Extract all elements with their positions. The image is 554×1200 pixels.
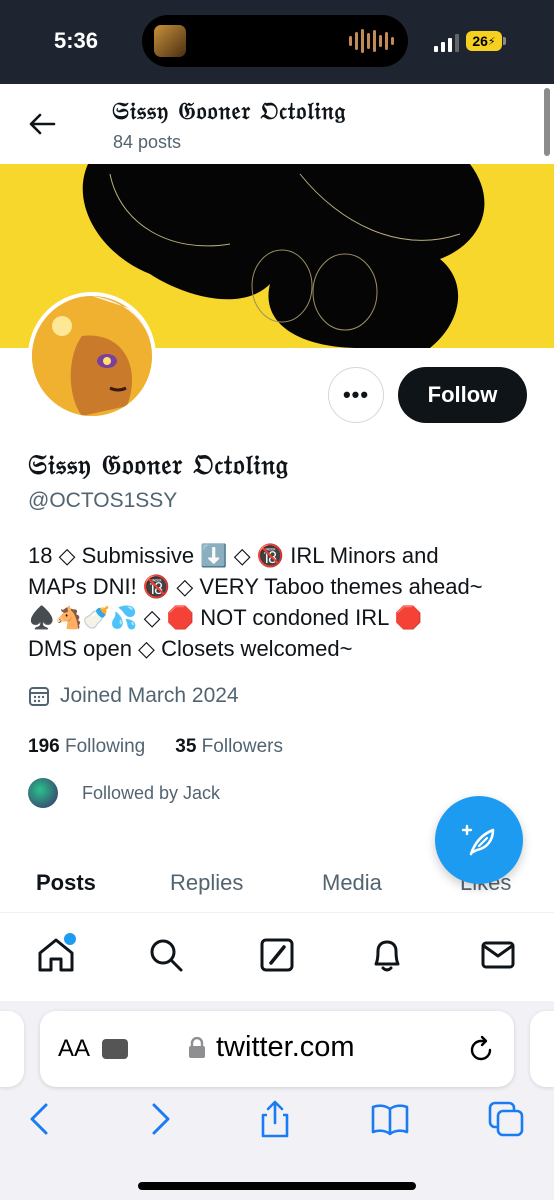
address-bar[interactable]: AA twitter.com: [40, 1011, 514, 1087]
profile-avatar[interactable]: [28, 292, 156, 420]
browser-back-icon[interactable]: [20, 1099, 60, 1139]
share-icon[interactable]: [255, 1099, 295, 1139]
bottom-navigation: [0, 913, 554, 1002]
follow-counts: 196 Following 35 Followers: [28, 736, 283, 758]
calendar-icon: [29, 687, 49, 706]
username-handle: @OCTOS1SSY: [28, 489, 178, 512]
reader-options-button[interactable]: AA: [58, 1035, 90, 1063]
tabs-icon[interactable]: [486, 1099, 526, 1139]
browser-toolbar: AA twitter.com: [0, 1001, 554, 1200]
following-link[interactable]: 196 Following: [28, 736, 145, 758]
notification-dot: [62, 931, 78, 947]
compose-post-button[interactable]: [435, 796, 523, 884]
header-title: 𝔖𝔦𝔰𝔰𝔶 𝔊𝔬𝔬𝔫𝔢𝔯 𝔒𝔠𝔱𝔬𝔩𝔦𝔫𝔤: [112, 96, 347, 125]
tab-media[interactable]: Media: [322, 870, 382, 896]
status-bar: 5:36 26 ⚡: [0, 0, 554, 84]
tab-posts[interactable]: Posts: [36, 870, 96, 896]
bookmarks-icon[interactable]: [370, 1099, 410, 1139]
home-indicator[interactable]: [138, 1182, 416, 1190]
bio-line: 18 ◇ Submissive ⬇️ ◇ 🔞 IRL Minors and: [28, 543, 439, 568]
reload-icon[interactable]: [466, 1035, 496, 1065]
mail-icon[interactable]: [478, 935, 518, 975]
compose-feather-icon: [461, 824, 495, 856]
url-text[interactable]: twitter.com: [216, 1031, 355, 1064]
joined-date: Joined March 2024: [28, 684, 239, 708]
browser-forward-icon[interactable]: [140, 1099, 180, 1139]
clock: 5:36: [54, 28, 99, 53]
profile-bio: 18 ◇ Submissive ⬇️ ◇ 🔞 IRL Minors and MA…: [28, 540, 538, 664]
back-arrow-icon[interactable]: [26, 108, 58, 140]
bell-icon[interactable]: [367, 935, 407, 975]
cellular-signal-icon: [434, 34, 459, 52]
followers-link[interactable]: 35 Followers: [175, 736, 283, 758]
now-playing-artwork: [154, 25, 186, 57]
dynamic-island[interactable]: [142, 15, 408, 67]
follower-avatar: [28, 778, 58, 808]
extension-icon[interactable]: [102, 1039, 128, 1059]
bio-line: DMS open ◇ Closets welcomed~: [28, 636, 353, 661]
battery-tip: [503, 37, 506, 45]
joined-label: Joined March 2024: [60, 684, 239, 707]
follow-button[interactable]: Follow: [398, 367, 527, 423]
display-name: 𝔖𝔦𝔰𝔰𝔶 𝔊𝔬𝔬𝔫𝔢𝔯 𝔒𝔠𝔱𝔬𝔩𝔦𝔫𝔤: [28, 450, 289, 481]
profile-header-bar: 𝔖𝔦𝔰𝔰𝔶 𝔊𝔬𝔬𝔫𝔢𝔯 𝔒𝔠𝔱𝔬𝔩𝔦𝔫𝔤 84 posts: [0, 84, 554, 164]
followed-by[interactable]: Followed by Jack: [28, 778, 220, 808]
lock-icon: [189, 1037, 205, 1058]
avatar-artwork: [32, 296, 152, 416]
battery-indicator: 26 ⚡: [466, 31, 502, 51]
header-post-count: 84 posts: [113, 132, 182, 152]
audio-wave-icon: [349, 29, 394, 53]
followed-by-label: Followed by Jack: [82, 782, 221, 803]
bio-line: MAPs DNI! 🔞 ◇ VERY Taboo themes ahead~: [28, 574, 483, 599]
next-tab-preview[interactable]: [530, 1011, 554, 1087]
scrollbar[interactable]: [544, 88, 550, 156]
previous-tab-preview[interactable]: [0, 1011, 24, 1087]
tab-replies[interactable]: Replies: [170, 870, 243, 896]
grok-icon[interactable]: [257, 935, 297, 975]
more-options-button[interactable]: •••: [328, 367, 384, 423]
search-icon[interactable]: [146, 935, 186, 975]
bio-line: ♠️🐴🍼💦 ◇ 🛑 NOT condoned IRL 🛑: [28, 605, 423, 630]
